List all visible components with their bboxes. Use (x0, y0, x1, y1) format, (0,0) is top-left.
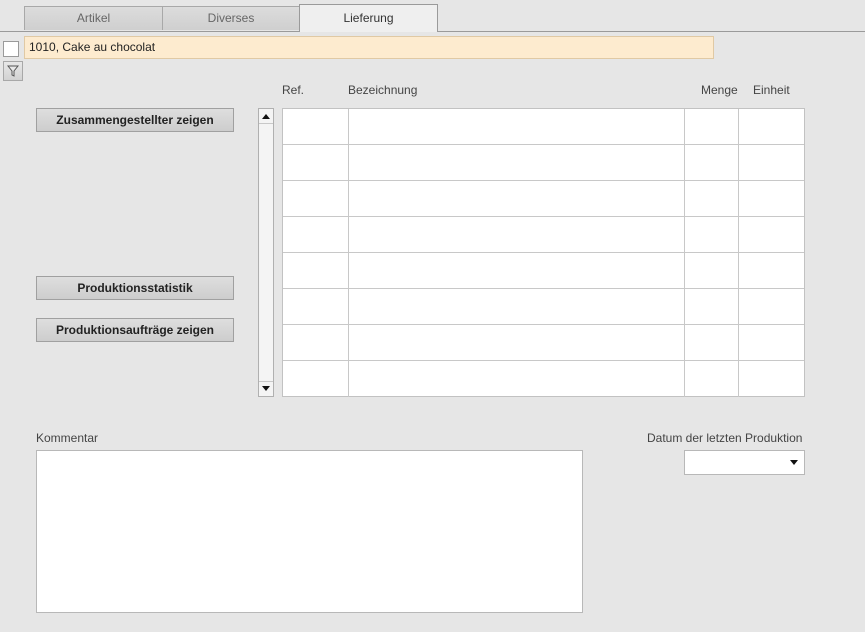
chevron-down-icon (790, 460, 798, 465)
show-production-orders-button[interactable]: Produktionsaufträge zeigen (36, 318, 234, 342)
table-scrollbar[interactable] (258, 108, 274, 397)
column-header-menge: Menge (701, 83, 738, 97)
components-table (282, 108, 805, 397)
show-assembled-button[interactable]: Zusammengestellter zeigen (36, 108, 234, 132)
column-header-einheit: Einheit (753, 83, 790, 97)
table-cell[interactable] (739, 181, 804, 216)
table-cell[interactable] (349, 109, 685, 144)
column-header-bezeichnung: Bezeichnung (348, 83, 418, 97)
table-row[interactable] (283, 253, 804, 289)
scroll-up-button[interactable] (259, 109, 273, 124)
tab-bar: Artikel Diverses Lieferung (0, 0, 865, 32)
comment-label: Kommentar (36, 431, 99, 445)
table-cell[interactable] (349, 145, 685, 180)
table-cell[interactable] (283, 325, 349, 360)
record-field[interactable]: 1010, Cake au chocolat (24, 36, 714, 59)
table-cell[interactable] (739, 325, 804, 360)
table-cell[interactable] (685, 145, 739, 180)
production-statistics-button[interactable]: Produktionsstatistik (36, 276, 234, 300)
table-row[interactable] (283, 109, 804, 145)
table-cell[interactable] (685, 181, 739, 216)
arrow-down-icon (262, 386, 270, 391)
scroll-down-button[interactable] (259, 381, 273, 396)
table-cell[interactable] (739, 145, 804, 180)
tab-artikel[interactable]: Artikel (24, 6, 163, 30)
table-cell[interactable] (283, 181, 349, 216)
comment-textarea[interactable] (36, 450, 583, 613)
table-cell[interactable] (349, 289, 685, 324)
table-cell[interactable] (685, 109, 739, 144)
table-row[interactable] (283, 289, 804, 325)
record-checkbox[interactable] (3, 41, 19, 57)
table-row[interactable] (283, 325, 804, 361)
column-header-ref: Ref. (282, 83, 305, 97)
table-cell[interactable] (283, 145, 349, 180)
arrow-up-icon (262, 114, 270, 119)
table-cell[interactable] (685, 217, 739, 252)
table-row[interactable] (283, 217, 804, 253)
last-production-date-select[interactable] (684, 450, 805, 475)
table-cell[interactable] (283, 289, 349, 324)
table-row[interactable] (283, 361, 804, 397)
tab-lieferung[interactable]: Lieferung (299, 4, 438, 32)
table-cell[interactable] (283, 217, 349, 252)
table-cell[interactable] (349, 217, 685, 252)
table-cell[interactable] (739, 109, 804, 144)
table-cell[interactable] (685, 361, 739, 397)
table-cell[interactable] (739, 361, 804, 397)
table-cell[interactable] (283, 253, 349, 288)
table-cell[interactable] (283, 109, 349, 144)
table-row[interactable] (283, 181, 804, 217)
table-cell[interactable] (349, 361, 685, 397)
table-cell[interactable] (739, 253, 804, 288)
table-cell[interactable] (283, 361, 349, 397)
table-cell[interactable] (685, 253, 739, 288)
table-cell[interactable] (739, 217, 804, 252)
last-production-label: Datum der letzten Produktion (647, 431, 803, 445)
table-cell[interactable] (685, 325, 739, 360)
tab-diverses[interactable]: Diverses (162, 6, 300, 30)
filter-icon (7, 65, 19, 77)
table-cell[interactable] (349, 253, 685, 288)
table-cell[interactable] (349, 181, 685, 216)
table-row[interactable] (283, 145, 804, 181)
filter-button[interactable] (3, 61, 23, 81)
table-cell[interactable] (349, 325, 685, 360)
table-cell[interactable] (739, 289, 804, 324)
table-cell[interactable] (685, 289, 739, 324)
